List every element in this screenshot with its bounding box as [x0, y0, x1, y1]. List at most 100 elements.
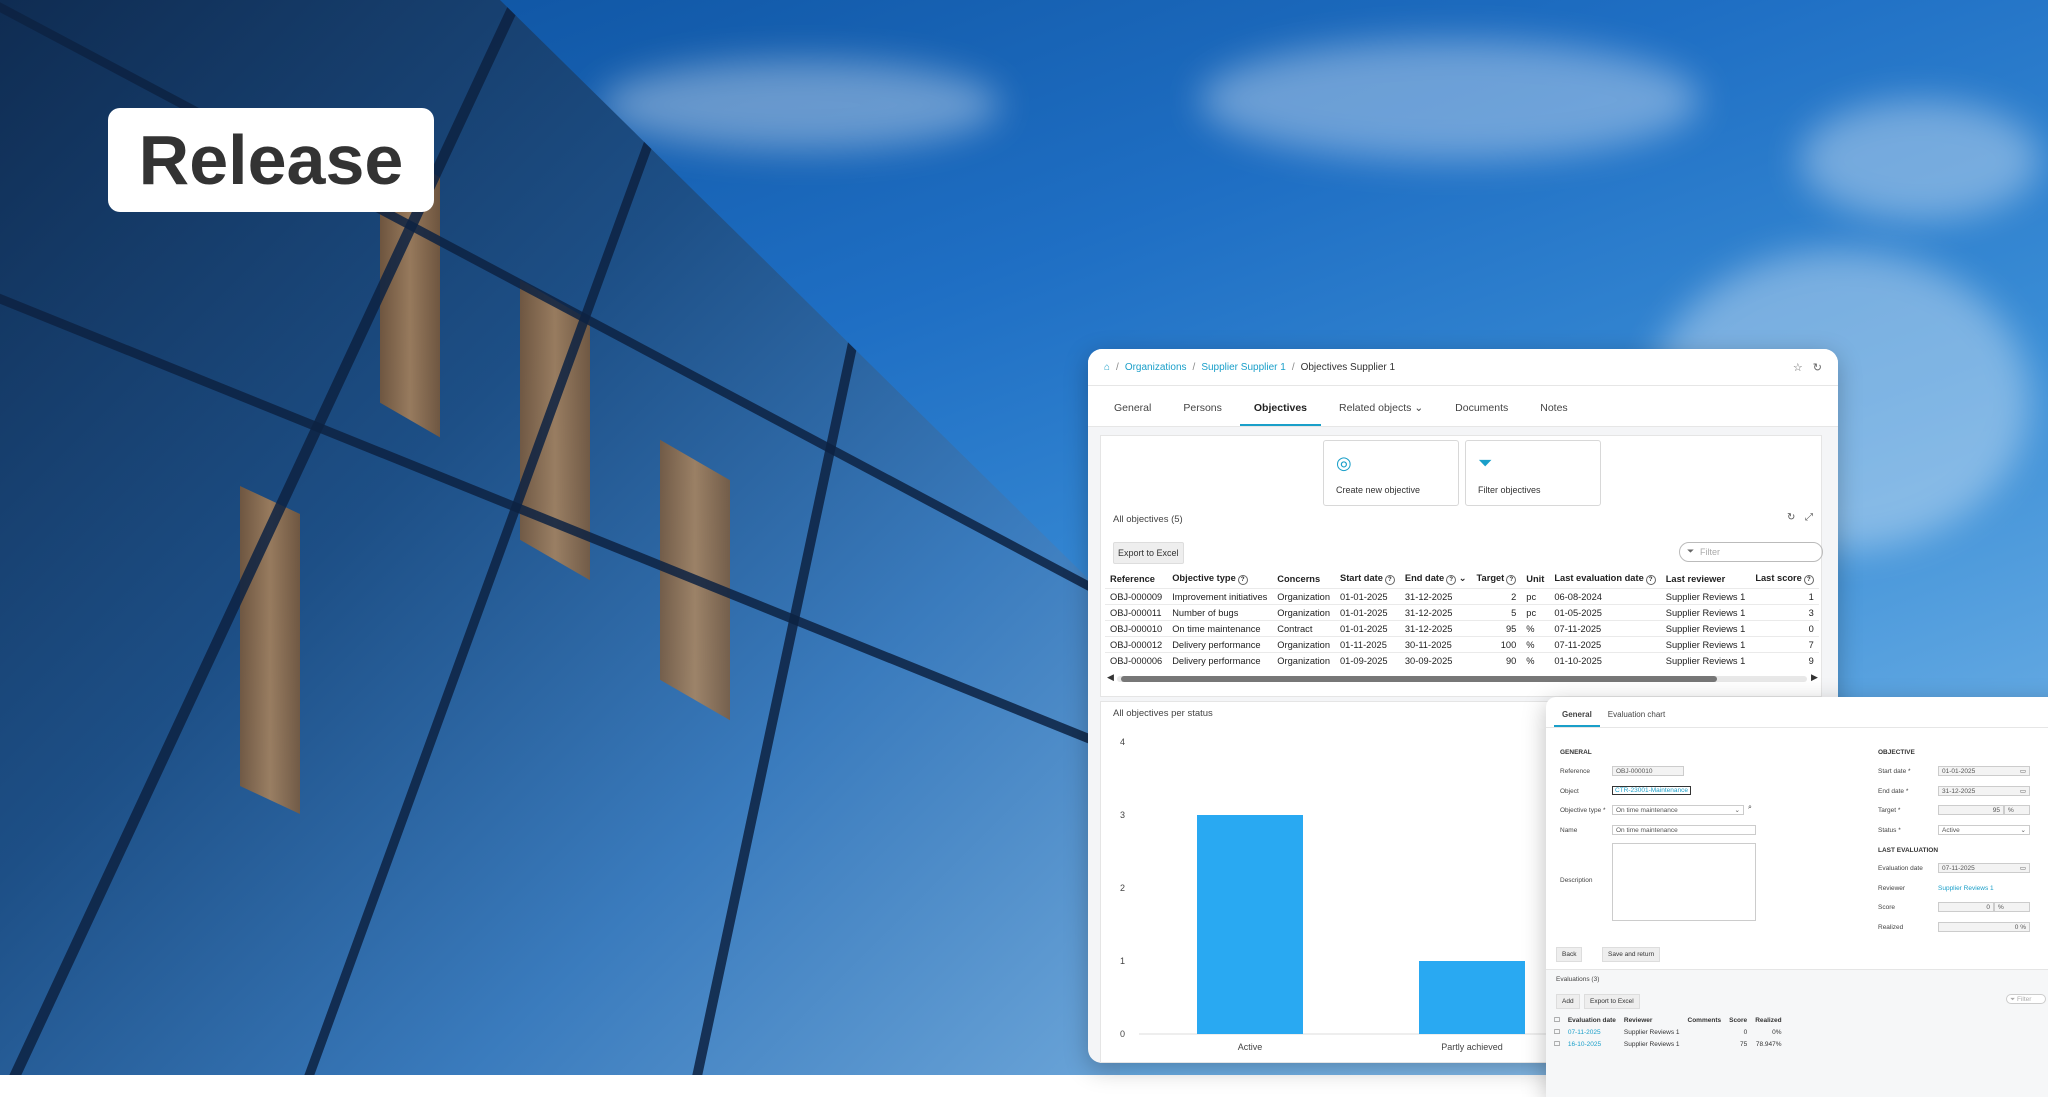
name-field[interactable]: On time maintenance	[1612, 825, 1756, 835]
row-checkbox[interactable]: ☐	[1550, 1026, 1564, 1038]
home-icon[interactable]: ⌂	[1104, 362, 1110, 373]
funnel-icon: ⏷	[2010, 996, 2016, 1003]
table-row[interactable]: ☐ 16-10-2025 Supplier Reviews 1 75 78.947%	[1550, 1038, 1786, 1050]
refresh-icon[interactable]: ↻	[1813, 361, 1822, 374]
calendar-icon: ▭	[2019, 768, 2026, 775]
breadcrumb-organizations[interactable]: Organizations	[1125, 362, 1187, 373]
col-unit[interactable]: Unit	[1521, 570, 1549, 589]
tab-general[interactable]: General	[1100, 402, 1165, 426]
export-excel-button[interactable]: Export to Excel	[1113, 542, 1184, 564]
reviewer-link[interactable]: Supplier Reviews 1	[1938, 885, 1994, 892]
objectives-cell-ref[interactable]: OBJ-000006	[1105, 653, 1167, 669]
star-icon[interactable]: ☆	[1793, 361, 1803, 374]
status-select[interactable]: Active ⌄	[1938, 825, 2030, 835]
objectives-panel: ◎ Create new objective ⏷ Filter objectiv…	[1100, 435, 1823, 697]
help-icon: ?	[1446, 575, 1457, 585]
objectives-cell-ref[interactable]: OBJ-000009	[1105, 589, 1167, 605]
evaluations-panel: Evaluations (3) Add Export to Excel ⏷ Fi…	[1546, 969, 2048, 1097]
table-row[interactable]: OBJ-000012 Delivery performance Organizati…	[1105, 636, 1819, 653]
tab-persons[interactable]: Persons	[1169, 402, 1236, 426]
select-all-checkbox[interactable]: ☐	[1550, 1014, 1564, 1026]
objectives-cell-score: 0	[1808, 623, 1814, 634]
search-icon[interactable]: ⌕	[1748, 804, 1752, 812]
objective-type-select[interactable]: On time maintenance ⌄	[1612, 805, 1744, 815]
col-end-date[interactable]: End date? ⌄	[1400, 570, 1472, 589]
object-link[interactable]: CTR-23001-Maintenance	[1612, 786, 1691, 795]
chevron-down-icon: ⌄	[1734, 807, 1740, 814]
col-realized[interactable]: Realized	[1751, 1014, 1785, 1026]
breadcrumb-supplier[interactable]: Supplier Supplier 1	[1201, 362, 1286, 373]
funnel-icon: ⏷	[1478, 453, 1493, 473]
col-last-reviewer[interactable]: Last reviewer	[1661, 570, 1751, 589]
back-button[interactable]: Back	[1556, 947, 1583, 962]
table-row[interactable]: OBJ-000009 Improvement initiatives Organiz…	[1105, 588, 1819, 605]
col-score[interactable]: Score	[1725, 1014, 1751, 1026]
bar-active[interactable]	[1197, 815, 1303, 1034]
name-label: Name	[1560, 827, 1578, 834]
end-date-field[interactable]: 31-12-2025 ▭	[1938, 786, 2030, 796]
y-tick-label: 4	[1120, 737, 1125, 747]
bar-partly-achieved[interactable]	[1419, 961, 1525, 1034]
objectives-cell-ref[interactable]: OBJ-000010	[1105, 621, 1167, 637]
description-label: Description	[1560, 877, 1593, 884]
col-reviewer[interactable]: Reviewer	[1620, 1014, 1684, 1026]
col-reference[interactable]: Reference	[1105, 570, 1167, 589]
col-objective-type[interactable]: Objective type?	[1167, 570, 1272, 589]
objectives-cell-score: 7	[1808, 639, 1814, 650]
scroll-left-icon[interactable]: ◀	[1107, 672, 1114, 683]
save-and-return-button[interactable]: Save and return	[1602, 947, 1661, 962]
objectives-cell-start: 01-01-2025	[1340, 591, 1388, 602]
realized-label: Realized	[1878, 924, 1904, 931]
table-row[interactable]: OBJ-000010 On time maintenance Contract 01-…	[1105, 620, 1819, 637]
table-row[interactable]: OBJ-000006 Delivery performance Organizati…	[1105, 652, 1819, 669]
objectives-filter-input[interactable]: ⏷ Filter	[1679, 542, 1823, 562]
reference-label: Reference	[1560, 768, 1590, 775]
objectives-cell-last-eval: 01-05-2025	[1554, 607, 1602, 618]
col-last-eval-date[interactable]: Last evaluation date?	[1549, 570, 1660, 589]
reload-icon[interactable]: ↻	[1787, 512, 1795, 523]
description-textarea[interactable]	[1612, 843, 1756, 921]
evaluation-cell-score: 75	[1739, 1040, 1748, 1048]
tab-related-objects[interactable]: Related objects ⌄	[1325, 402, 1437, 426]
table-row[interactable]: ☐ 07-11-2025 Supplier Reviews 1 0 0%	[1550, 1026, 1786, 1038]
start-date-field[interactable]: 01-01-2025 ▭	[1938, 766, 2030, 776]
col-start-date[interactable]: Start date?	[1335, 570, 1400, 589]
col-last-score[interactable]: Last score?	[1750, 570, 1819, 589]
detail-tab-evaluation-chart[interactable]: Evaluation chart	[1600, 710, 1673, 727]
col-concerns[interactable]: Concerns	[1272, 570, 1335, 589]
tab-documents[interactable]: Documents	[1441, 402, 1522, 426]
funnel-icon: ⏷	[1687, 546, 1695, 556]
objectives-cell-ref[interactable]: OBJ-000012	[1105, 637, 1167, 653]
breadcrumb: ⌂ / Organizations / Supplier Supplier 1 …	[1088, 349, 1838, 386]
target-field[interactable]: 95	[1938, 805, 2004, 815]
col-comments[interactable]: Comments	[1684, 1014, 1726, 1026]
filter-objectives-button[interactable]: ⏷ Filter objectives	[1465, 440, 1601, 506]
detail-tab-general[interactable]: General	[1554, 710, 1600, 727]
col-evaluation-date[interactable]: Evaluation date	[1564, 1014, 1620, 1026]
objectives-cell-last-eval: 06-08-2024	[1554, 591, 1602, 602]
objectives-cell-reviewer: Supplier Reviews 1	[1665, 655, 1746, 666]
scrollbar-thumb[interactable]	[1121, 676, 1717, 682]
objectives-cell-score: 9	[1808, 655, 1814, 666]
table-row[interactable]: OBJ-000011 Number of bugs Organization 01-0…	[1105, 604, 1819, 621]
help-icon: ?	[1803, 575, 1814, 585]
help-icon: ?	[1237, 575, 1248, 585]
evaluation-cell-date[interactable]: 07-11-2025	[1564, 1026, 1620, 1038]
add-evaluation-button[interactable]: Add	[1556, 994, 1580, 1009]
objectives-cell-ref[interactable]: OBJ-000011	[1105, 605, 1167, 621]
tab-notes[interactable]: Notes	[1526, 402, 1581, 426]
realized-field: 0 %	[1938, 922, 2030, 932]
row-checkbox[interactable]: ☐	[1550, 1038, 1564, 1050]
expand-icon[interactable]: ⤢	[1805, 512, 1813, 523]
evaluation-cell-date[interactable]: 16-10-2025	[1564, 1038, 1620, 1050]
tab-objectives[interactable]: Objectives	[1239, 402, 1322, 426]
create-objective-button[interactable]: ◎ Create new objective	[1323, 440, 1459, 506]
objectives-cell-end: 31-12-2025	[1404, 623, 1453, 634]
scroll-right-icon[interactable]: ▶	[1811, 672, 1818, 683]
objectives-cell-start: 01-09-2025	[1340, 655, 1388, 666]
export-evaluations-button[interactable]: Export to Excel	[1584, 994, 1640, 1009]
col-target[interactable]: Target?	[1472, 570, 1522, 589]
target-label: Target *	[1878, 807, 1901, 814]
evaluation-cell-reviewer: Supplier Reviews 1	[1623, 1028, 1680, 1036]
evaluations-filter-input[interactable]: ⏷ Filter	[2006, 994, 2046, 1004]
